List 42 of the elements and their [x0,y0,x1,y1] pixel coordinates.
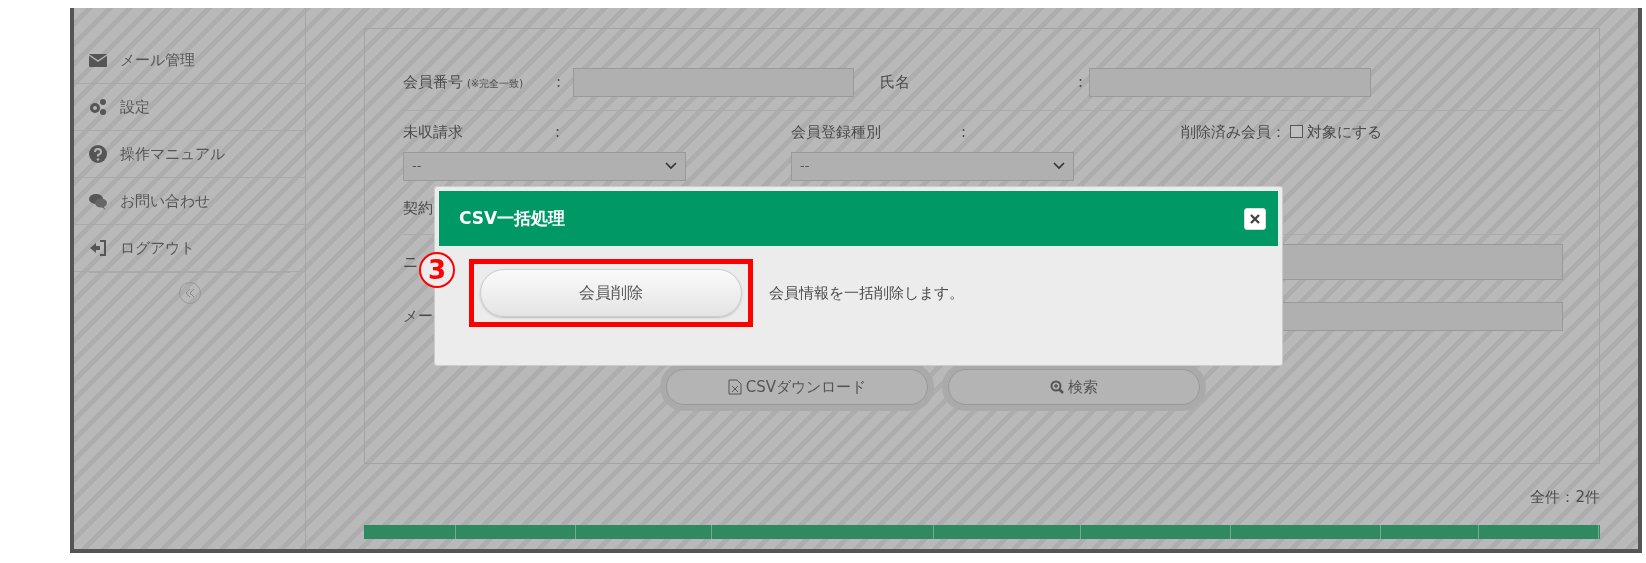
checkbox[interactable] [1290,125,1303,138]
colon: : [555,122,561,143]
total-count: 全件：2件 [1530,487,1600,508]
download-button[interactable]: CSVダウンロード [666,369,928,405]
close-button[interactable] [1244,207,1266,230]
field-label: 削除済み会員： [1181,122,1286,143]
logout-icon [88,238,108,258]
colon: : [1078,72,1085,94]
field-note: (※完全一致) [467,77,524,92]
delete-members-button[interactable]: 会員削除 [480,269,742,317]
field-label: 契約 [403,198,433,220]
field-label: 会員登録種別 [791,122,882,143]
text-field[interactable] [573,68,854,97]
select-field[interactable]: -- [791,151,1074,181]
step-number: 3 [419,252,455,288]
checkbox-label: 対象にする [1307,122,1382,143]
field-label: 未収請求 [403,122,464,143]
search-button[interactable]: 検索 [948,369,1200,405]
chat-icon [88,191,108,211]
sidebar-item[interactable]: メール管理 [74,37,305,84]
field-label: 氏名 [880,72,911,94]
zoom-in-icon [1050,380,1064,394]
colon: : [961,122,967,143]
help-icon [88,144,108,164]
sidebar-item[interactable]: ログアウト [74,225,305,272]
select-field[interactable]: -- [403,151,686,181]
double-chevron-left-icon [184,287,195,298]
field-label: ニ [403,251,418,273]
sidebar-item[interactable]: 操作マニュアル [74,131,305,178]
field-label: メー [403,305,433,327]
close-icon [1250,213,1260,224]
chevron-down-icon [665,162,677,170]
chevron-down-icon [1053,162,1065,170]
gears-icon [88,97,108,117]
modal-title: CSV一括処理 [459,206,566,230]
sidebar-item[interactable]: 設定 [74,84,305,131]
file-icon [727,379,742,395]
text-field[interactable] [1089,68,1371,97]
colon: : [556,72,563,94]
field-label: 会員番号 [403,72,463,94]
sidebar-item[interactable]: お問い合わせ [74,178,305,225]
modal-description: 会員情報を一括削除します。 [769,282,964,304]
